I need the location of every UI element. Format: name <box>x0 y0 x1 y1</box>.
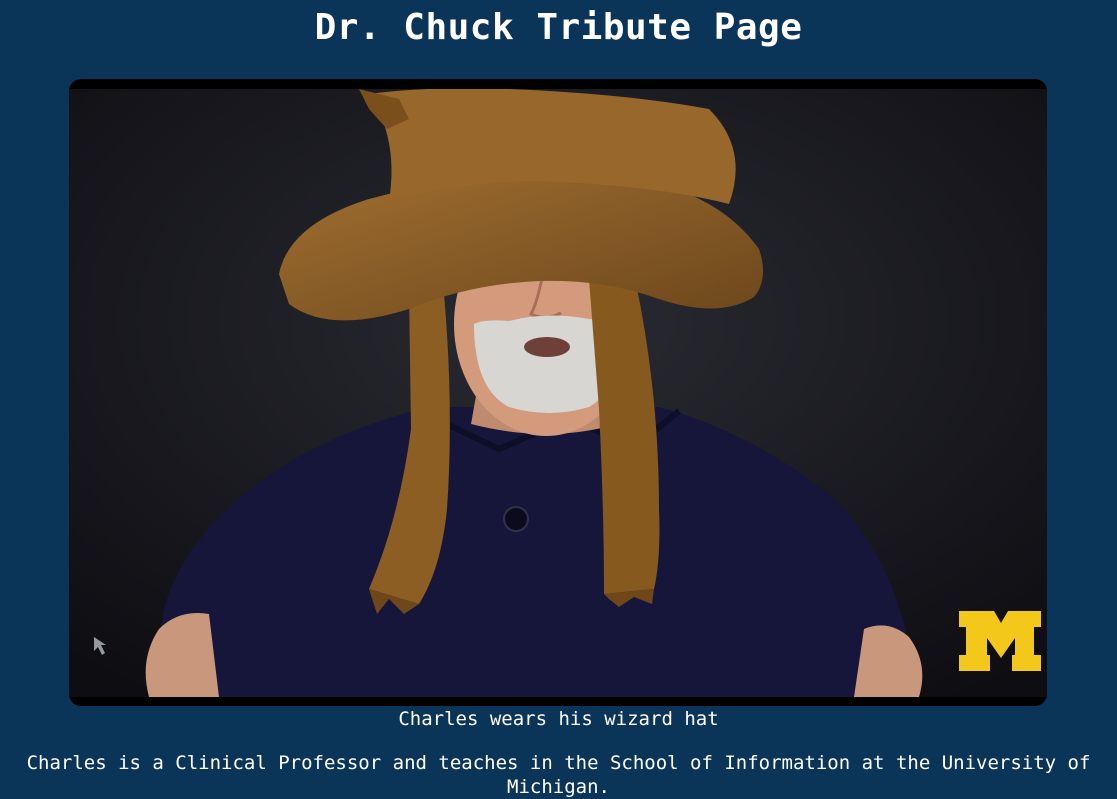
image-caption: Charles wears his wizard hat <box>398 708 719 730</box>
mouth <box>524 337 570 357</box>
bio-text: Charles is a Clinical Professor and teac… <box>26 752 1091 798</box>
wizard-hat-photo <box>69 89 1047 697</box>
tribute-page: Dr. Chuck Tribute Page Charles wears his… <box>0 0 1117 798</box>
page-title: Dr. Chuck Tribute Page <box>314 7 803 48</box>
lapel-mic <box>503 506 529 532</box>
tribute-image-frame <box>69 79 1047 706</box>
